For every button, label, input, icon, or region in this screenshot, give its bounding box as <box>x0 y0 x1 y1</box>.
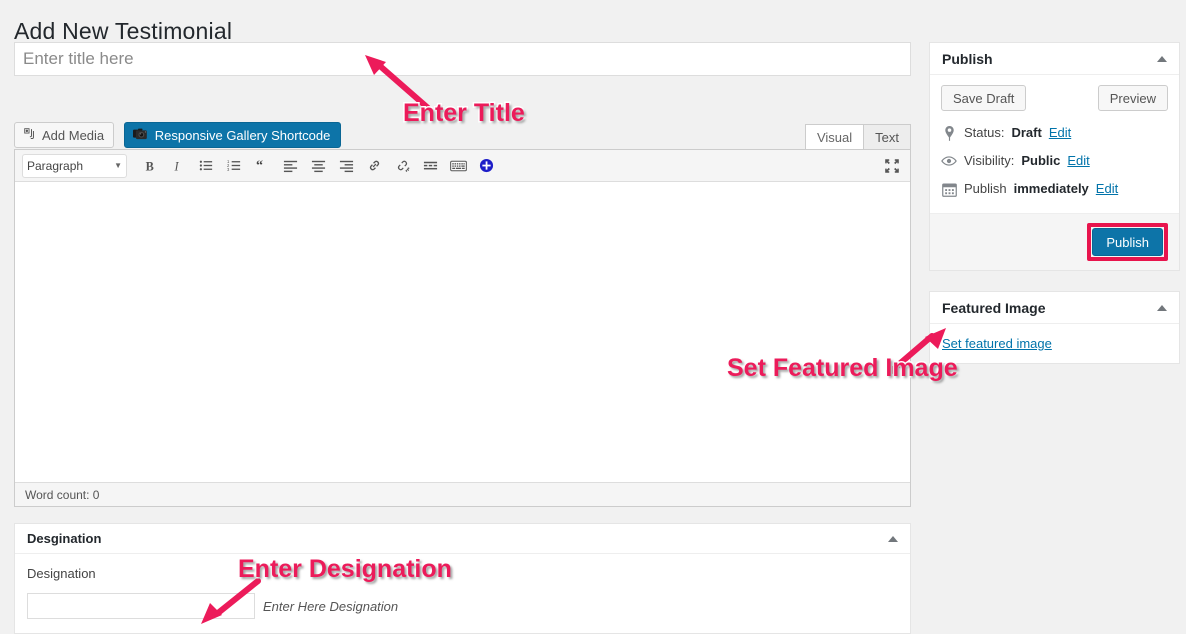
post-status-label: Status: <box>964 125 1005 140</box>
unlink-icon[interactable] <box>389 153 415 179</box>
tab-visual[interactable]: Visual <box>804 124 865 149</box>
collapse-arrow-icon[interactable] <box>1157 304 1167 311</box>
tinymce-editor: Paragraph ▼ B I 1 2 3 “ Word count: 0 <box>14 149 911 507</box>
toolbar-toggle-plus-icon[interactable] <box>473 153 499 179</box>
bulleted-list-icon[interactable] <box>193 153 219 179</box>
publish-misc-actions: Status: Draft Edit Visibility: Public Ed… <box>930 115 1179 213</box>
insert-link-icon[interactable] <box>361 153 387 179</box>
edit-status-link[interactable]: Edit <box>1049 122 1071 144</box>
visibility-row: Visibility: Public Edit <box>941 147 1168 175</box>
publish-actions-row: Save Draft Preview <box>930 75 1179 115</box>
word-count-status: Word count: 0 <box>15 482 910 506</box>
editor-content-area[interactable] <box>15 182 910 482</box>
align-right-icon[interactable] <box>333 153 359 179</box>
preview-button[interactable]: Preview <box>1097 85 1168 111</box>
publish-button-highlight: Publish <box>1087 223 1168 261</box>
post-status-pin-icon <box>941 125 957 141</box>
visibility-label: Visibility: <box>964 153 1015 168</box>
designation-metabox-title: Desgination <box>27 531 102 546</box>
post-title-input[interactable] <box>14 42 911 76</box>
designation-metabox: Desgination Designation Enter Here Desig… <box>14 523 911 634</box>
featured-image-panel: Featured Image Set featured image <box>929 291 1180 364</box>
blockquote-icon[interactable]: “ <box>249 153 275 179</box>
sidebar: Publish Save Draft Preview Status: Draft… <box>929 42 1180 384</box>
publish-panel-title: Publish <box>942 50 993 67</box>
visibility-value: Public <box>1021 153 1061 168</box>
svg-text:“: “ <box>255 158 262 173</box>
publish-schedule-value: immediately <box>1013 181 1089 196</box>
post-status-value: Draft <box>1011 125 1042 140</box>
featured-image-panel-header[interactable]: Featured Image <box>930 292 1179 324</box>
media-icon <box>22 126 37 144</box>
align-left-icon[interactable] <box>277 153 303 179</box>
designation-metabox-body: Designation Enter Here Designation <box>15 554 910 633</box>
paragraph-format-select[interactable]: Paragraph ▼ <box>22 153 127 178</box>
format-select-value: Paragraph <box>27 158 84 173</box>
designation-field-label: Designation <box>27 566 96 581</box>
add-media-button[interactable]: Add Media <box>14 122 115 148</box>
post-status-row: Status: Draft Edit <box>941 119 1168 147</box>
svg-text:3: 3 <box>227 167 230 172</box>
visibility-eye-icon <box>941 153 957 169</box>
designation-field-row: Enter Here Designation <box>27 593 898 619</box>
publish-schedule-row: Publish immediately Edit <box>941 175 1168 203</box>
featured-image-panel-title: Featured Image <box>942 299 1046 316</box>
publish-schedule-label: Publish <box>964 181 1007 196</box>
collapse-arrow-icon[interactable] <box>888 535 898 542</box>
svg-text:B: B <box>146 159 154 173</box>
collapse-arrow-icon[interactable] <box>1157 55 1167 62</box>
publish-button[interactable]: Publish <box>1092 228 1163 256</box>
set-featured-image-link[interactable]: Set featured image <box>942 336 1052 351</box>
featured-image-panel-body: Set featured image <box>930 324 1179 363</box>
designation-metabox-header[interactable]: Desgination <box>15 524 910 554</box>
publish-panel-footer: Publish <box>930 213 1179 270</box>
responsive-gallery-shortcode-label: Responsive Gallery Shortcode <box>154 127 331 143</box>
bold-icon[interactable]: B <box>137 153 163 179</box>
tab-text[interactable]: Text <box>863 124 911 149</box>
calendar-icon <box>941 181 957 197</box>
save-draft-button[interactable]: Save Draft <box>941 85 1027 111</box>
camera-icon <box>132 127 149 144</box>
editor-toolbar: Paragraph ▼ B I 1 2 3 “ <box>15 150 910 182</box>
designation-input[interactable] <box>27 593 255 619</box>
editor-column: Add Media Responsive Gallery Shortcode V… <box>14 42 911 507</box>
designation-hint-text: Enter Here Designation <box>263 598 399 614</box>
keyboard-shortcuts-icon[interactable] <box>445 153 471 179</box>
chevron-down-icon: ▼ <box>114 161 122 170</box>
edit-schedule-link[interactable]: Edit <box>1096 178 1118 200</box>
svg-text:I: I <box>174 159 180 173</box>
distraction-free-writing-icon[interactable] <box>880 154 904 178</box>
numbered-list-icon[interactable]: 1 2 3 <box>221 153 247 179</box>
editor-mode-tabs: Visual Text <box>804 124 911 149</box>
publish-panel-header[interactable]: Publish <box>930 43 1179 75</box>
publish-panel: Publish Save Draft Preview Status: Draft… <box>929 42 1180 271</box>
align-center-icon[interactable] <box>305 153 331 179</box>
italic-icon[interactable]: I <box>165 153 191 179</box>
edit-visibility-link[interactable]: Edit <box>1067 150 1089 172</box>
responsive-gallery-shortcode-button[interactable]: Responsive Gallery Shortcode <box>123 122 342 148</box>
add-media-label: Add Media <box>42 127 105 143</box>
insert-read-more-icon[interactable] <box>417 153 443 179</box>
